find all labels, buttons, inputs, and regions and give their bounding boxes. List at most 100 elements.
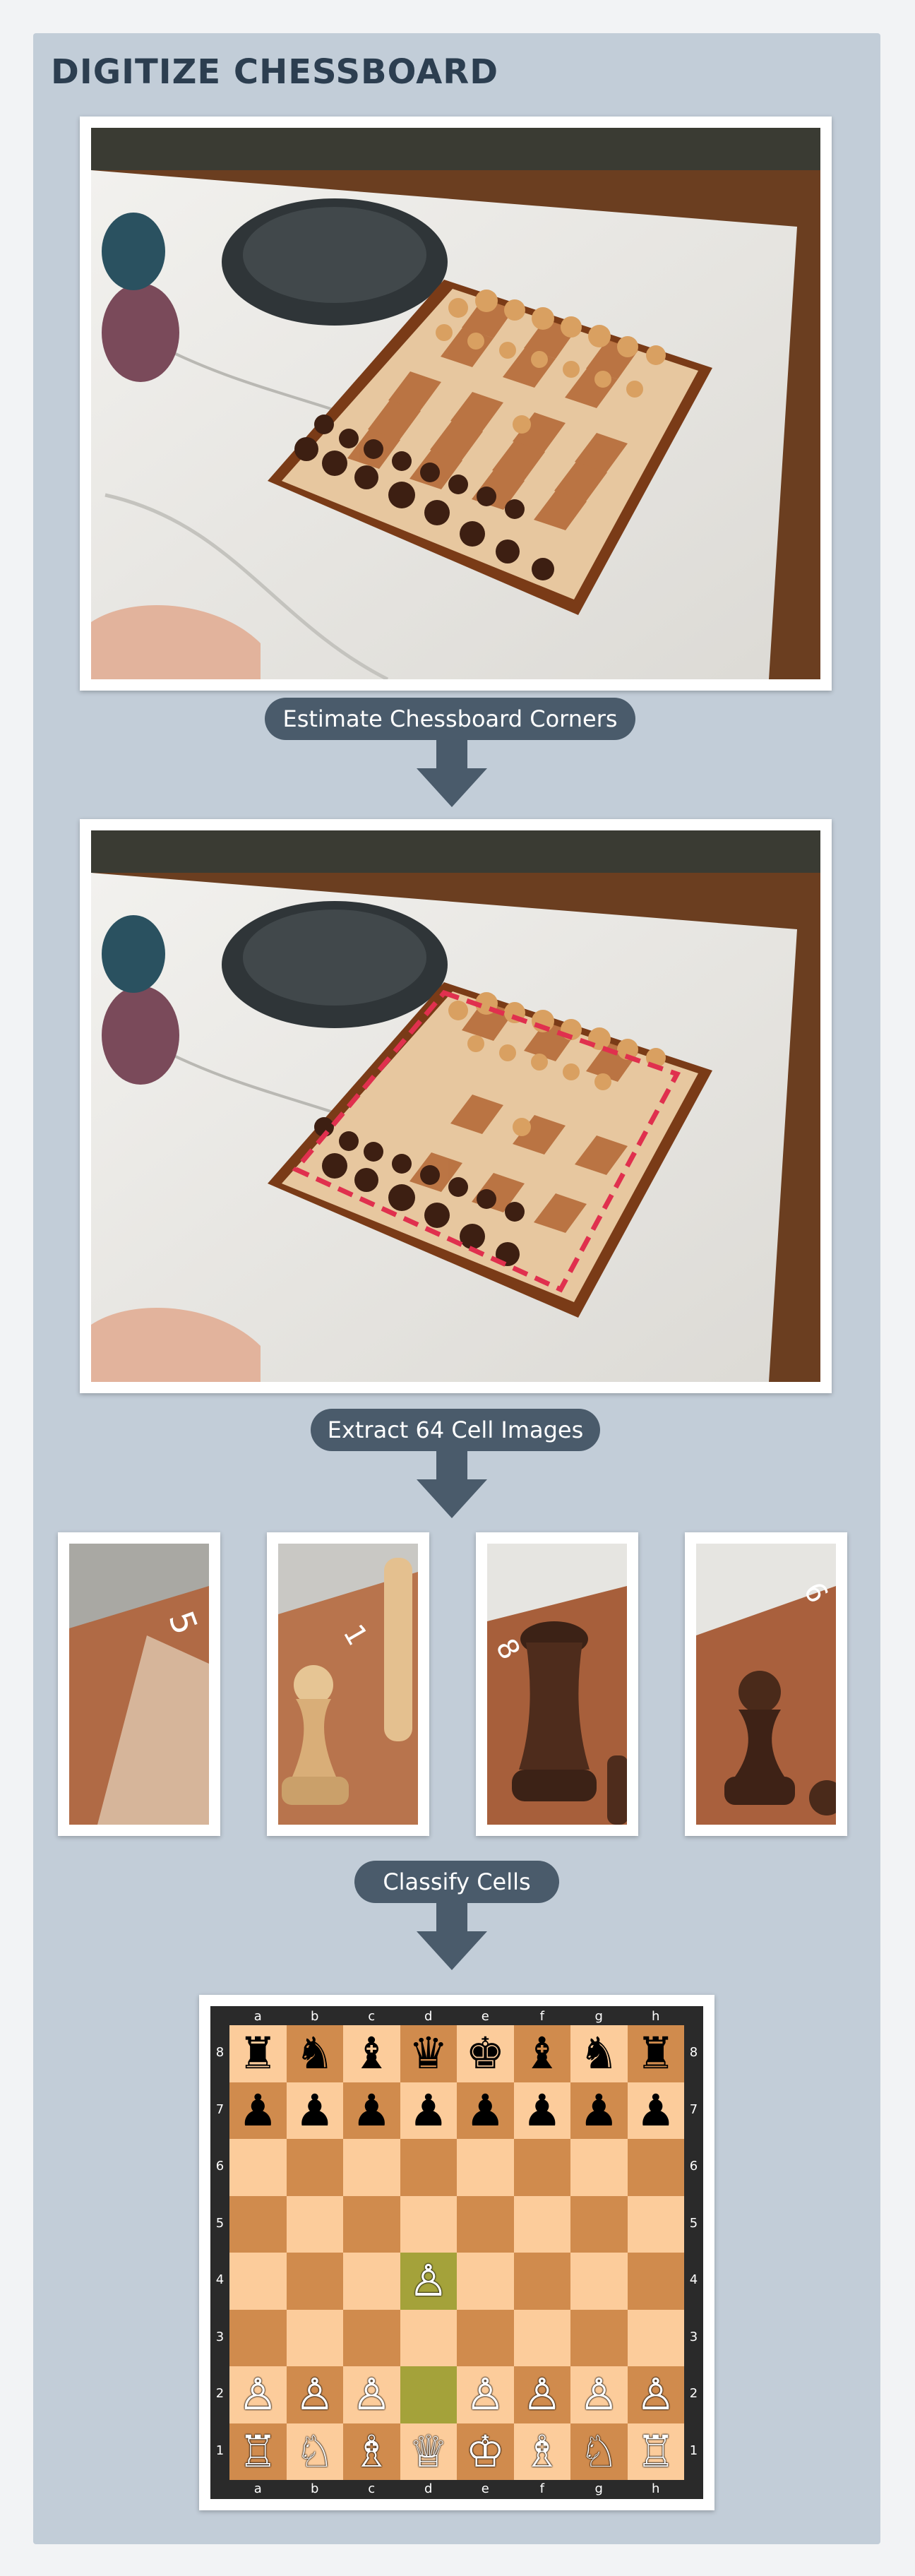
cell-image-white-pawn: 1 [278, 1544, 418, 1825]
cell-image-empty: 5 [69, 1544, 209, 1825]
square-b3 [286, 2309, 343, 2366]
square-g4 [570, 2253, 628, 2310]
white-bishop-icon: ♗ [352, 2425, 392, 2477]
square-a8: ♜ [229, 2025, 287, 2082]
cell-image-black-rook: 8 [487, 1544, 627, 1825]
original-photo [91, 128, 820, 679]
rank-label: 6 [689, 2159, 698, 2174]
white-pawn-icon: ♙ [238, 2368, 278, 2421]
square-h4 [627, 2253, 684, 2310]
rank-label: 8 [689, 2045, 698, 2060]
rank-label: 2 [689, 2386, 698, 2401]
file-label: a [253, 2009, 262, 2024]
square-c6 [343, 2139, 400, 2196]
square-a5 [229, 2195, 287, 2253]
digital-chessboard: a b c d e f g h a b c d e f g h 8 7 6 5 4 3 2 1 8 7 6 5 4 3 2 1 ♜ ♞ ♝ ♛… [210, 2006, 703, 2499]
white-knight-icon: ♘ [579, 2425, 619, 2477]
white-pawn-icon: ♙ [408, 2255, 448, 2307]
white-king-icon: ♔ [465, 2425, 506, 2477]
rank-label: 1 [689, 2443, 698, 2458]
square-c8: ♝ [343, 2025, 400, 2082]
square-f3 [513, 2309, 570, 2366]
black-king-icon: ♚ [465, 2027, 506, 2080]
square-b7: ♟ [286, 2082, 343, 2139]
square-d3 [400, 2309, 457, 2366]
square-f2: ♙ [513, 2366, 570, 2423]
white-pawn-icon: ♙ [579, 2368, 619, 2421]
black-bishop-icon: ♝ [352, 2027, 392, 2080]
black-pawn-icon: ♟ [408, 2084, 448, 2136]
page-title: DIGITIZE CHESSBOARD [51, 52, 499, 92]
square-d7: ♟ [400, 2082, 457, 2139]
file-label: b [311, 2009, 319, 2024]
black-pawn-icon: ♟ [294, 2084, 335, 2136]
square-f7: ♟ [513, 2082, 570, 2139]
white-pawn-icon: ♙ [635, 2368, 676, 2421]
white-pawn-icon: ♙ [465, 2368, 506, 2421]
square-b5 [286, 2195, 343, 2253]
rank-label: 4 [689, 2272, 698, 2287]
step-estimate-corners-label: Estimate Chessboard Corners [265, 698, 635, 740]
chessboard-corners-illustration [91, 830, 820, 1382]
cell-image-frame: 5 [58, 1532, 220, 1836]
file-label: h [652, 2481, 660, 2496]
file-label: b [311, 2481, 319, 2496]
square-e7: ♟ [457, 2082, 514, 2139]
white-knight-icon: ♘ [294, 2425, 335, 2477]
square-e6 [457, 2139, 514, 2196]
square-c5 [343, 2195, 400, 2253]
white-queen-icon: ♕ [408, 2425, 448, 2477]
square-f6 [513, 2139, 570, 2196]
square-b6 [286, 2139, 343, 2196]
square-h6 [627, 2139, 684, 2196]
square-f4 [513, 2253, 570, 2310]
square-g6 [570, 2139, 628, 2196]
rank-label: 5 [689, 2215, 698, 2231]
white-pawn-icon: ♙ [352, 2368, 392, 2421]
black-pawn-icon: ♟ [579, 2084, 619, 2136]
rank-label: 3 [689, 2329, 698, 2344]
square-e2: ♙ [457, 2366, 514, 2423]
step-extract-cells-label: Extract 64 Cell Images [311, 1409, 600, 1451]
square-c1: ♗ [343, 2423, 400, 2480]
corners-photo-frame [80, 819, 832, 1393]
file-label: h [652, 2009, 660, 2024]
square-g3 [570, 2309, 628, 2366]
white-pawn-icon: ♙ [294, 2368, 335, 2421]
square-h5 [627, 2195, 684, 2253]
file-label: c [368, 2009, 376, 2024]
square-d6 [400, 2139, 457, 2196]
black-knight-icon: ♞ [294, 2027, 335, 2080]
original-photo-frame [80, 117, 832, 691]
rank-label: 2 [215, 2386, 225, 2401]
step-classify-cells-label: Classify Cells [354, 1861, 559, 1903]
square-b8: ♞ [286, 2025, 343, 2082]
square-g5 [570, 2195, 628, 2253]
cell-image-frame: 1 [267, 1532, 429, 1836]
square-b1: ♘ [286, 2423, 343, 2480]
square-c3 [343, 2309, 400, 2366]
square-g8: ♞ [570, 2025, 628, 2082]
black-pawn-icon: ♟ [522, 2084, 562, 2136]
rank-label: 7 [215, 2101, 225, 2117]
down-arrow-icon [417, 1451, 487, 1518]
black-rook-icon: ♜ [238, 2027, 278, 2080]
file-label: f [539, 2009, 544, 2024]
square-a1: ♖ [229, 2423, 287, 2480]
square-h8: ♜ [627, 2025, 684, 2082]
rank-label: 7 [689, 2101, 698, 2117]
black-pawn-icon: ♟ [635, 2084, 676, 2136]
square-h3 [627, 2309, 684, 2366]
down-arrow-icon [417, 1903, 487, 1970]
square-b4 [286, 2253, 343, 2310]
square-a4 [229, 2253, 287, 2310]
square-g2: ♙ [570, 2366, 628, 2423]
file-label: e [481, 2009, 489, 2024]
square-a7: ♟ [229, 2082, 287, 2139]
square-c4 [343, 2253, 400, 2310]
black-rook-icon: ♜ [635, 2027, 676, 2080]
black-knight-icon: ♞ [579, 2027, 619, 2080]
rank-label: 8 [215, 2045, 225, 2060]
square-h1: ♖ [627, 2423, 684, 2480]
rank-label: 5 [215, 2215, 225, 2231]
